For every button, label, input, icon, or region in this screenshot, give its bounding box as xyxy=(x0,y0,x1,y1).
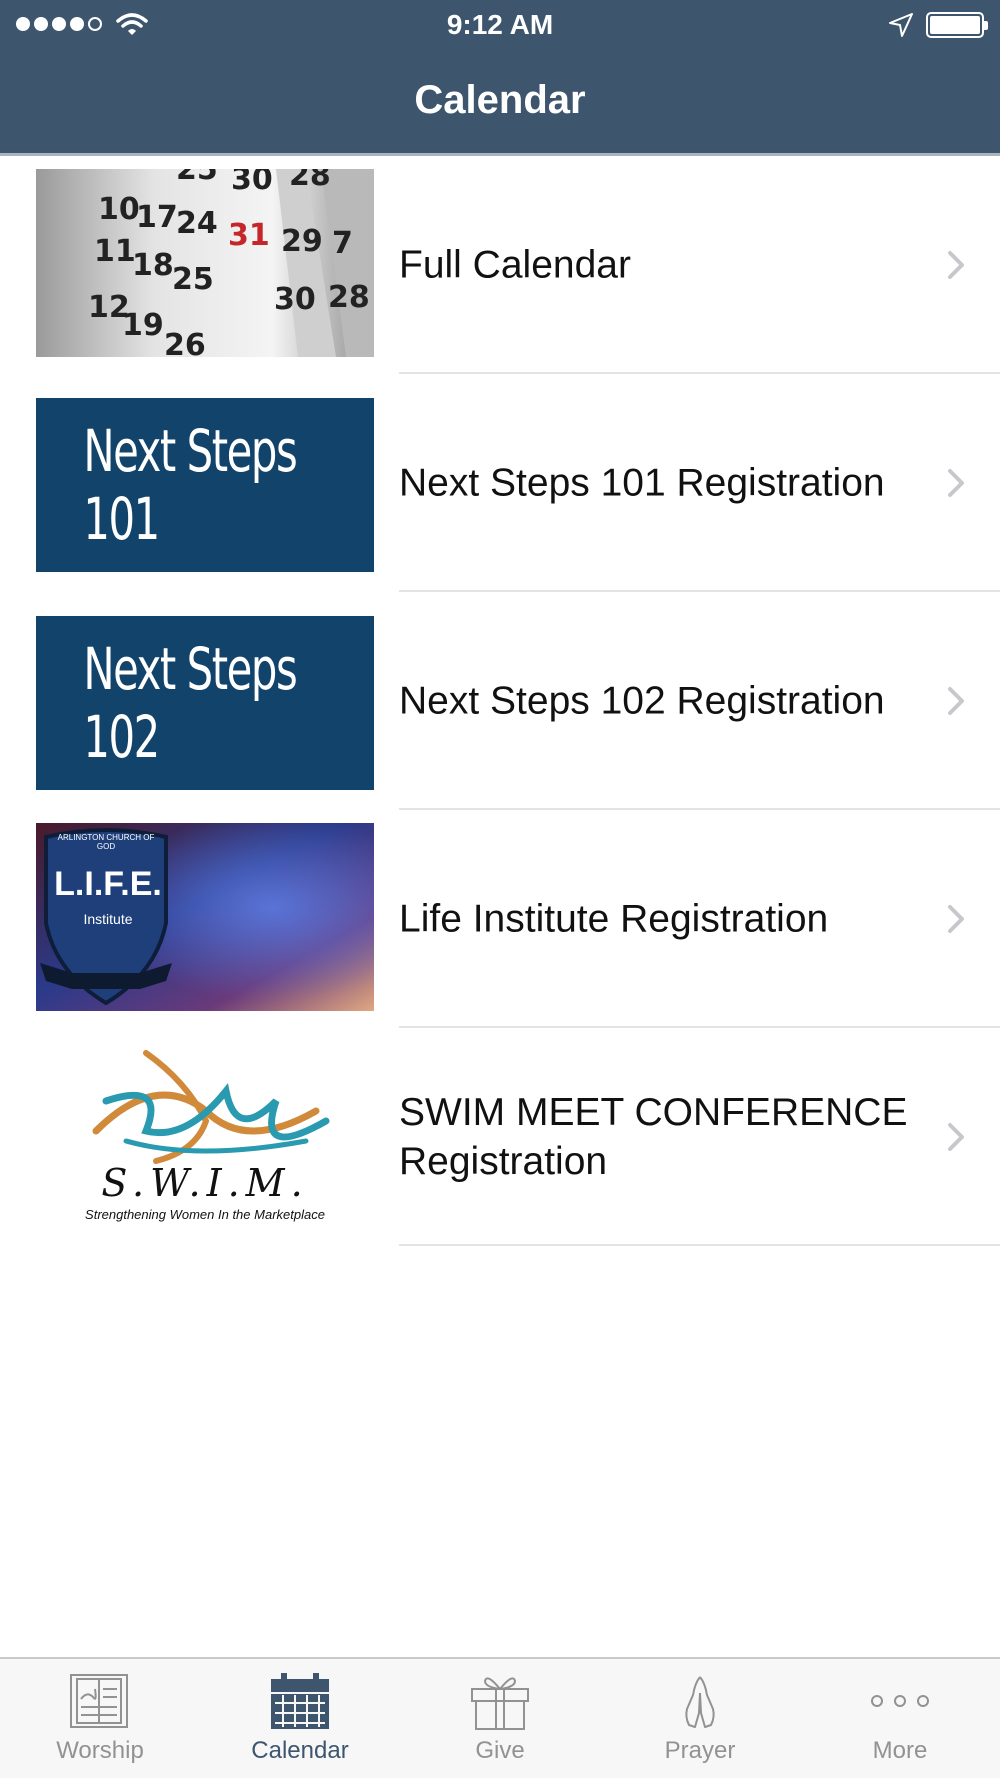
svg-text:26: 26 xyxy=(164,328,206,357)
banner-subtext: Strengthening Women In the Marketplace xyxy=(85,1207,325,1222)
chevron-right-icon xyxy=(948,905,964,933)
battery-icon xyxy=(926,12,988,38)
tab-more[interactable]: More xyxy=(800,1659,1000,1778)
tab-label: More xyxy=(872,1737,928,1764)
chevron-right-icon xyxy=(948,1123,964,1151)
list-item-label: Next Steps 102 Registration xyxy=(399,679,885,723)
tab-give[interactable]: Give xyxy=(400,1659,600,1778)
list-item-label: Life Institute Registration xyxy=(399,897,829,941)
svg-text:7: 7 xyxy=(332,226,353,261)
tab-label: Calendar xyxy=(251,1737,349,1764)
swim-logo: S.W.I.M. Strengthening Women In the Mark… xyxy=(36,1041,374,1229)
tab-worship[interactable]: Worship xyxy=(0,1659,200,1778)
tab-bar: Worship Calendar Give Prayer More xyxy=(0,1657,1000,1778)
svg-text:25: 25 xyxy=(176,169,218,187)
svg-text:30: 30 xyxy=(274,282,316,317)
list-item-label: SWIM MEET CONFERENCE Registration xyxy=(399,1091,908,1183)
more-dots-icon xyxy=(871,1695,929,1707)
banner-text: L.I.F.E. xyxy=(54,865,162,903)
tab-prayer[interactable]: Prayer xyxy=(600,1659,800,1778)
tab-label: Prayer xyxy=(664,1737,736,1764)
svg-text:19: 19 xyxy=(122,308,164,343)
tab-label: Give xyxy=(475,1737,525,1764)
svg-text:11: 11 xyxy=(94,234,136,269)
svg-text:18: 18 xyxy=(132,248,174,283)
svg-text:25: 25 xyxy=(172,262,214,297)
page-title: Calendar xyxy=(414,78,586,122)
calendar-pages-image: 10 17 24 31 29 7 11 18 25 30 28 12 19 26 30 25 28 xyxy=(36,169,374,357)
row-divider xyxy=(399,1244,1000,1246)
tab-label: Worship xyxy=(56,1737,144,1764)
banner-text: Next Steps 101 xyxy=(83,417,297,553)
list-item-next-steps-102[interactable]: Next Steps 102 Next Steps 102 Registrati… xyxy=(0,592,1000,810)
svg-text:30: 30 xyxy=(231,169,273,197)
svg-text:28: 28 xyxy=(328,280,370,315)
svg-text:31: 31 xyxy=(228,218,270,253)
status-time: 9:12 AM xyxy=(446,9,554,40)
banner-subtext: Institute xyxy=(83,911,133,927)
list-item-label: Next Steps 101 Registration xyxy=(399,461,885,505)
life-institute-banner: ARLINGTON CHURCH OF GOD L.I.F.E. Institu… xyxy=(36,823,374,1011)
tab-calendar[interactable]: Calendar xyxy=(200,1659,400,1778)
list-item-life-institute[interactable]: ARLINGTON CHURCH OF GOD L.I.F.E. Institu… xyxy=(0,810,1000,1028)
banner-small-text: ARLINGTON CHURCH OF GOD xyxy=(57,833,155,851)
banner-text: Next Steps 102 xyxy=(83,635,297,771)
svg-text:28: 28 xyxy=(289,169,331,193)
gift-icon xyxy=(471,1677,529,1730)
list-item-swim-meet[interactable]: S.W.I.M. Strengthening Women In the Mark… xyxy=(0,1028,1000,1246)
status-bar: 9:12 AM xyxy=(0,0,1000,50)
list-item-next-steps-101[interactable]: Next Steps 101 Next Steps 101 Registrati… xyxy=(0,374,1000,592)
praying-hands-icon xyxy=(685,1676,715,1728)
calendar-icon xyxy=(271,1673,329,1729)
svg-text:10: 10 xyxy=(98,192,140,227)
chevron-right-icon xyxy=(948,469,964,497)
svg-text:17: 17 xyxy=(136,200,178,235)
next-steps-102-banner: Next Steps 102 xyxy=(36,616,374,790)
svg-text:29: 29 xyxy=(281,224,323,259)
banner-text: S.W.I.M. xyxy=(101,1161,309,1205)
location-arrow-icon xyxy=(889,13,913,37)
nav-header: 9:12 AM Calendar xyxy=(0,0,1000,156)
chevron-right-icon xyxy=(948,251,964,279)
calendar-list: 10 17 24 31 29 7 11 18 25 30 28 12 19 26 30 25 28 F… xyxy=(0,156,1000,1246)
open-book-icon xyxy=(70,1674,128,1728)
chevron-right-icon xyxy=(948,687,964,715)
list-item-full-calendar[interactable]: 10 17 24 31 29 7 11 18 25 30 28 12 19 26 30 25 28 F… xyxy=(0,156,1000,374)
list-item-label: Full Calendar xyxy=(399,243,631,287)
svg-text:24: 24 xyxy=(176,206,218,241)
next-steps-101-banner: Next Steps 101 xyxy=(36,398,374,572)
